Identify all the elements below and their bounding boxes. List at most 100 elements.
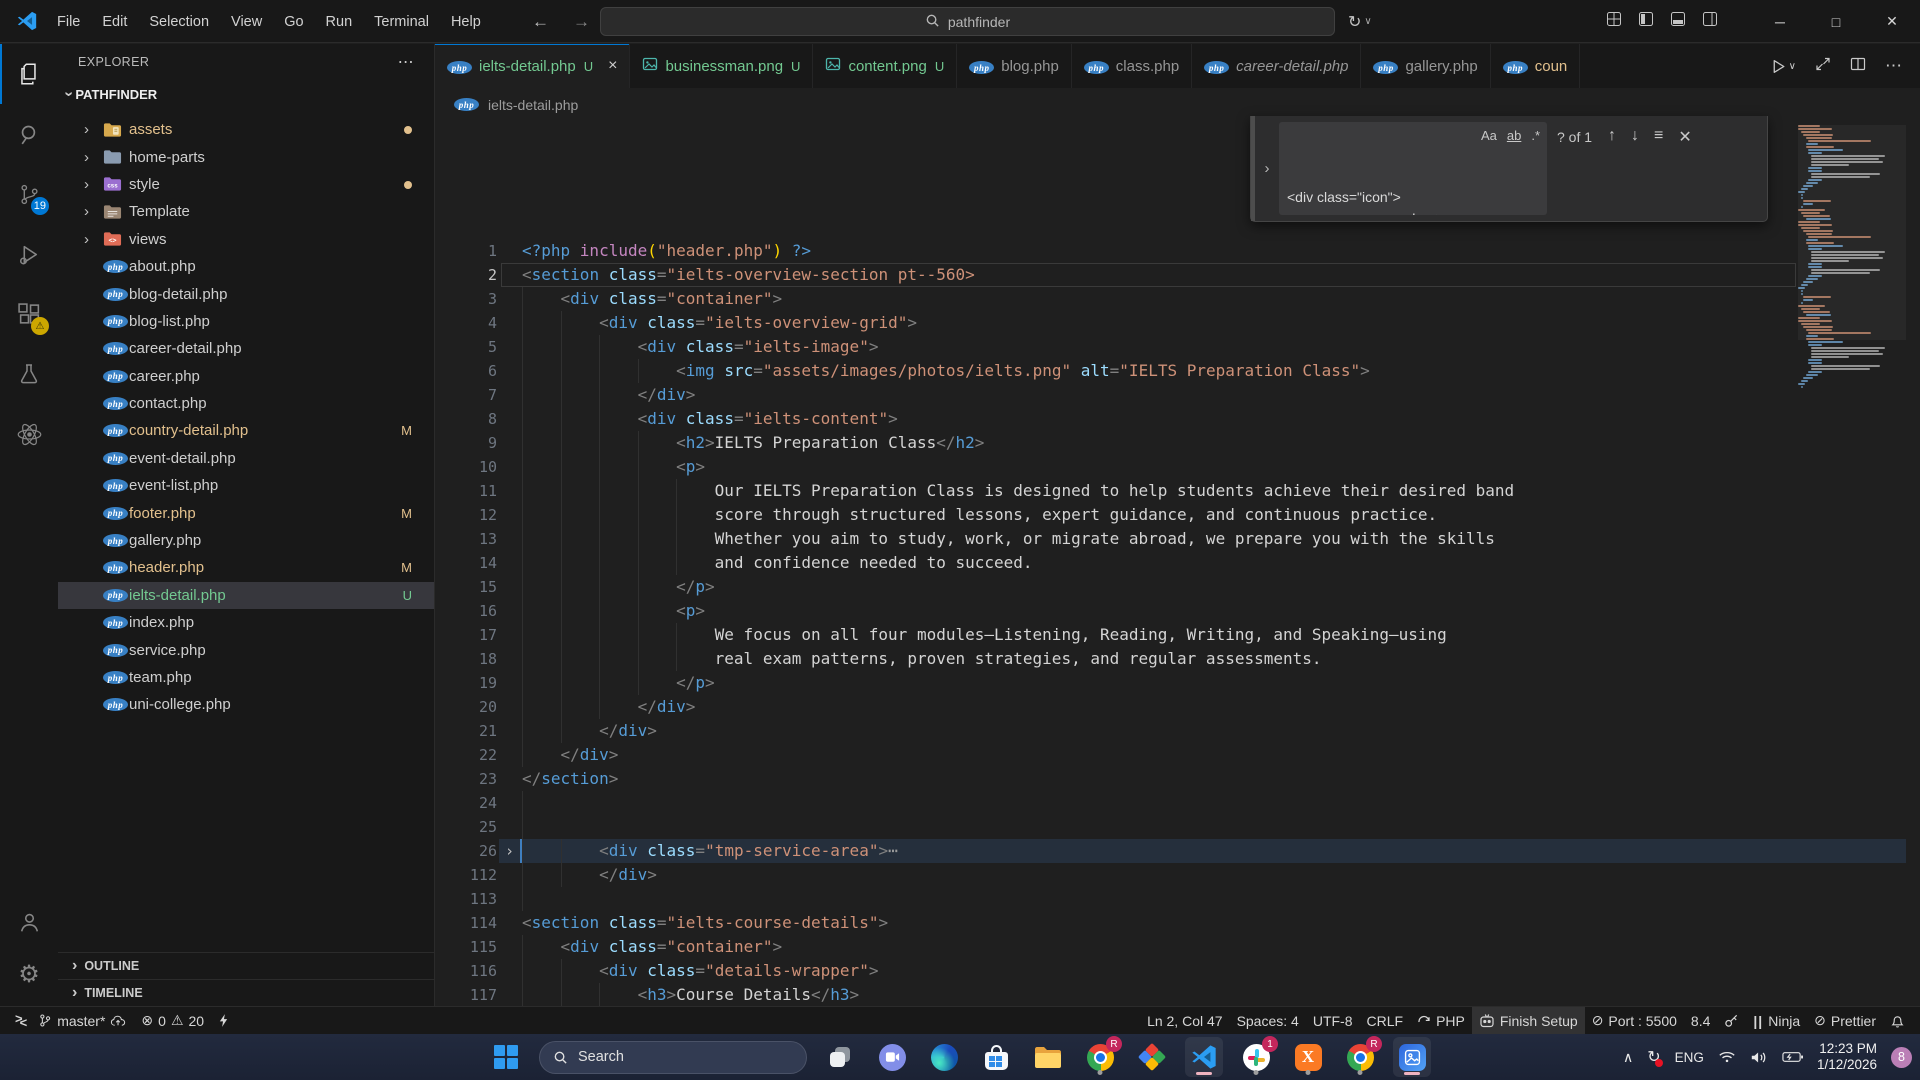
taskbar-app-microsoft-store[interactable] bbox=[977, 1037, 1015, 1077]
taskbar-app-chrome[interactable]: R bbox=[1081, 1037, 1119, 1077]
code-line-25[interactable]: 25 bbox=[435, 815, 1920, 839]
customize-layout-icon[interactable] bbox=[1606, 11, 1622, 32]
find-input[interactable]: Aa ab .* <div class="icon"> <!-- < <img … bbox=[1279, 122, 1547, 215]
code-line-5[interactable]: 5<div class="ielts-image"> bbox=[435, 335, 1920, 359]
sidebar-item-uni-college-php[interactable]: phpuni-college.php bbox=[58, 691, 434, 718]
code-line-10[interactable]: 10<p> bbox=[435, 455, 1920, 479]
activity-extensions[interactable]: ⚠ bbox=[0, 284, 58, 344]
sidebar-item-contact-php[interactable]: phpcontact.php bbox=[58, 390, 434, 417]
activity-explorer[interactable] bbox=[0, 44, 58, 104]
tab-businessman-png[interactable]: businessman.pngU bbox=[630, 44, 813, 88]
code-line-115[interactable]: 115<div class="container"> bbox=[435, 935, 1920, 959]
code-line-114[interactable]: 114<section class="ielts-course-details"… bbox=[435, 911, 1920, 935]
status-prettier[interactable]: ⊘Prettier bbox=[1807, 1007, 1883, 1034]
status-errors-icon[interactable]: ⊗0⚠20 bbox=[134, 1007, 211, 1034]
taskbar-app-task-view[interactable] bbox=[821, 1037, 859, 1077]
toggle-panel-icon[interactable] bbox=[1670, 11, 1686, 32]
tab-coun[interactable]: phpcoun bbox=[1491, 44, 1581, 88]
taskbar-app-chat[interactable] bbox=[873, 1037, 911, 1077]
sidebar-item-service-php[interactable]: phpservice.php bbox=[58, 636, 434, 663]
code-line-112[interactable]: 112</div> bbox=[435, 863, 1920, 887]
code-line-113[interactable]: 113 bbox=[435, 887, 1920, 911]
sidebar-item-career-php[interactable]: phpcareer.php bbox=[58, 363, 434, 390]
activity-react-extension[interactable] bbox=[0, 404, 58, 464]
toggle-primary-sidebar-icon[interactable] bbox=[1638, 11, 1654, 32]
code-line-3[interactable]: 3<div class="container"> bbox=[435, 287, 1920, 311]
status-lightning-icon[interactable] bbox=[211, 1007, 236, 1034]
wifi-icon[interactable] bbox=[1718, 1050, 1736, 1064]
code-line-26[interactable]: 26›<div class="tmp-service-area">⋯ bbox=[435, 839, 1920, 863]
taskbar-app-photos[interactable] bbox=[1393, 1037, 1431, 1077]
sidebar-item-style[interactable]: ›cssstyle bbox=[58, 171, 434, 198]
status-encoding[interactable]: UTF-8 bbox=[1306, 1007, 1360, 1034]
menu-view[interactable]: View bbox=[220, 14, 273, 30]
code-line-13[interactable]: 13Whether you aim to study, work, or mig… bbox=[435, 527, 1920, 551]
code-line-17[interactable]: 17We focus on all four modules—Listening… bbox=[435, 623, 1920, 647]
fold-chevron-icon[interactable]: › bbox=[497, 839, 522, 863]
taskbar-app-share-colors[interactable] bbox=[1133, 1037, 1171, 1077]
minimap-slider[interactable] bbox=[1798, 125, 1906, 340]
toggle-secondary-sidebar-icon[interactable] bbox=[1702, 11, 1718, 32]
taskbar-app-start[interactable] bbox=[487, 1037, 525, 1077]
update-sync-icon[interactable]: ↻ bbox=[1647, 1047, 1660, 1067]
tab-ielts-detail-php[interactable]: phpielts-detail.phpU× bbox=[435, 44, 630, 88]
split-editor-icon[interactable] bbox=[1850, 56, 1866, 77]
previous-match-icon[interactable]: ↑ bbox=[1608, 127, 1616, 221]
toggle-replace-icon[interactable]: › bbox=[1255, 116, 1279, 221]
minimap[interactable] bbox=[1798, 125, 1906, 389]
panel-timeline[interactable]: ›TIMELINE bbox=[58, 979, 434, 1006]
code-line-24[interactable]: 24 bbox=[435, 791, 1920, 815]
status-live-server-port[interactable]: ⊘Port : 5500 bbox=[1585, 1007, 1684, 1034]
project-section-header[interactable]: › PATHFINDER bbox=[58, 80, 434, 108]
code-line-22[interactable]: 22</div> bbox=[435, 743, 1920, 767]
taskbar-app-vscode[interactable] bbox=[1185, 1037, 1223, 1077]
menu-edit[interactable]: Edit bbox=[91, 14, 138, 30]
code-line-8[interactable]: 8<div class="ielts-content"> bbox=[435, 407, 1920, 431]
code-line-6[interactable]: 6<img src="assets/images/photos/ielts.pn… bbox=[435, 359, 1920, 383]
find-in-selection-icon[interactable]: ≡ bbox=[1654, 127, 1663, 221]
sidebar-item-footer-php[interactable]: phpfooter.phpM bbox=[58, 499, 434, 526]
code-line-2[interactable]: 2<section class="ielts-overview-section … bbox=[435, 263, 1920, 287]
menu-run[interactable]: Run bbox=[315, 14, 364, 30]
activity-settings[interactable]: ⚙ bbox=[0, 948, 58, 1000]
taskbar-app-slack[interactable]: 1 bbox=[1237, 1037, 1275, 1077]
sidebar-item-views[interactable]: ›<>views bbox=[58, 226, 434, 253]
code-line-21[interactable]: 21</div> bbox=[435, 719, 1920, 743]
status-remote-icon[interactable]: >< bbox=[8, 1007, 31, 1034]
status-indentation[interactable]: Spaces: 4 bbox=[1230, 1007, 1306, 1034]
code-line-18[interactable]: 18real exam patterns, proven strategies,… bbox=[435, 647, 1920, 671]
code-line-7[interactable]: 7</div> bbox=[435, 383, 1920, 407]
code-line-9[interactable]: 9<h2>IELTS Preparation Class</h2> bbox=[435, 431, 1920, 455]
taskbar-search[interactable]: Search bbox=[539, 1041, 807, 1074]
status-php-version[interactable]: 8.4 bbox=[1684, 1007, 1717, 1034]
tab-career-detail-php[interactable]: phpcareer-detail.php bbox=[1192, 44, 1361, 88]
status-notifications-bell[interactable] bbox=[1883, 1007, 1912, 1034]
forward-icon[interactable]: → bbox=[573, 12, 590, 32]
code-line-16[interactable]: 16<p> bbox=[435, 599, 1920, 623]
sidebar-item-assets[interactable]: ›assets bbox=[58, 116, 434, 143]
code-line-116[interactable]: 116<div class="details-wrapper"> bbox=[435, 959, 1920, 983]
menu-selection[interactable]: Selection bbox=[138, 14, 220, 30]
views-more-actions-icon[interactable]: ⋯ bbox=[398, 52, 414, 72]
menu-help[interactable]: Help bbox=[440, 14, 492, 30]
status-finish-setup[interactable]: Finish Setup bbox=[1472, 1007, 1585, 1034]
sidebar-item-blog-list-php[interactable]: phpblog-list.php bbox=[58, 308, 434, 335]
code-line-15[interactable]: 15</p> bbox=[435, 575, 1920, 599]
code-line-4[interactable]: 4<div class="ielts-overview-grid"> bbox=[435, 311, 1920, 335]
activity-accounts[interactable] bbox=[0, 896, 58, 948]
tab-content-png[interactable]: content.pngU bbox=[813, 44, 957, 88]
match-case-icon[interactable]: Aa bbox=[1481, 125, 1497, 146]
sidebar-item-Template[interactable]: ›Template bbox=[58, 198, 434, 225]
taskbar-app-xampp[interactable]: X bbox=[1289, 1037, 1327, 1077]
minimize-button[interactable]: ─ bbox=[1752, 0, 1808, 43]
input-language[interactable]: ENG bbox=[1675, 1050, 1704, 1065]
close-button[interactable]: ✕ bbox=[1864, 0, 1920, 43]
sidebar-item-team-php[interactable]: phpteam.php bbox=[58, 664, 434, 691]
status-branch-icon[interactable]: master* bbox=[31, 1007, 134, 1034]
tab-blog-php[interactable]: phpblog.php bbox=[957, 44, 1072, 88]
code-line-11[interactable]: 11Our IELTS Preparation Class is designe… bbox=[435, 479, 1920, 503]
sidebar-item-event-list-php[interactable]: phpevent-list.php bbox=[58, 472, 434, 499]
sidebar-item-event-detail-php[interactable]: phpevent-detail.php bbox=[58, 445, 434, 472]
taskbar-app-file-explorer[interactable] bbox=[1029, 1037, 1067, 1077]
sidebar-item-about-php[interactable]: phpabout.php bbox=[58, 253, 434, 280]
